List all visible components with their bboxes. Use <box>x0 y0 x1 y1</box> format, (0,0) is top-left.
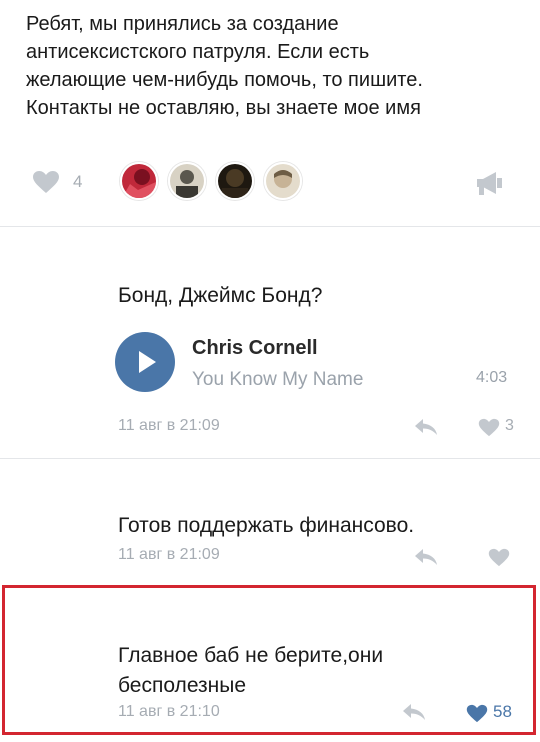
megaphone-icon <box>477 172 502 195</box>
heart-icon <box>33 171 59 193</box>
comment-date: 11 авг в 21:09 <box>118 417 220 434</box>
audio-duration: 4:03 <box>476 369 508 386</box>
comment-text: бесполезные <box>118 674 247 697</box>
divider <box>0 458 540 459</box>
post-line: Контакты не оставляю, вы знаете мое имя <box>26 97 421 119</box>
post-line: желающие чем-нибудь помочь, то пишите. <box>26 69 423 91</box>
audio-title[interactable]: You Know My Name <box>192 369 363 391</box>
post-like-count: 4 <box>73 172 83 191</box>
reply-icon <box>415 419 437 435</box>
comment-like-button[interactable] <box>478 418 500 437</box>
avatar <box>216 162 254 200</box>
heart-icon <box>466 704 488 723</box>
audio-play-button[interactable] <box>115 332 175 392</box>
comment-text: Готов поддержать финансово. <box>118 514 415 537</box>
reply-icon <box>415 549 437 565</box>
avatar <box>120 162 158 200</box>
reply-button[interactable] <box>414 548 438 566</box>
post-line: Ребят, мы принялись за создание <box>26 13 339 35</box>
comment-like-button[interactable] <box>488 548 510 567</box>
reply-button[interactable] <box>402 703 426 721</box>
audio-artist[interactable]: Chris Cornell <box>192 337 318 360</box>
avatar <box>264 162 302 200</box>
comment-text: Главное баб не берите,они <box>118 644 384 667</box>
play-icon <box>139 351 156 373</box>
reply-button[interactable] <box>414 418 438 436</box>
post-like-button[interactable] <box>32 170 60 194</box>
comment-date: 11 авг в 21:10 <box>118 703 220 720</box>
divider <box>0 226 540 227</box>
comment-like-button[interactable] <box>466 704 488 723</box>
heart-icon <box>478 418 500 437</box>
comment-like-count: 3 <box>505 417 514 434</box>
post-line: антисексистского патруля. Если есть <box>26 41 370 63</box>
comment-date: 11 авг в 21:09 <box>118 546 220 563</box>
share-button[interactable] <box>474 170 504 196</box>
reply-icon <box>403 704 425 720</box>
avatar <box>168 162 206 200</box>
heart-icon <box>488 548 510 567</box>
comment-like-count: 58 <box>493 702 512 721</box>
liked-by-avatars[interactable] <box>120 162 320 202</box>
comment-text: Бонд, Джеймс Бонд? <box>118 284 323 307</box>
post-text: Ребят, мы принялись за создание антисекс… <box>26 10 526 122</box>
